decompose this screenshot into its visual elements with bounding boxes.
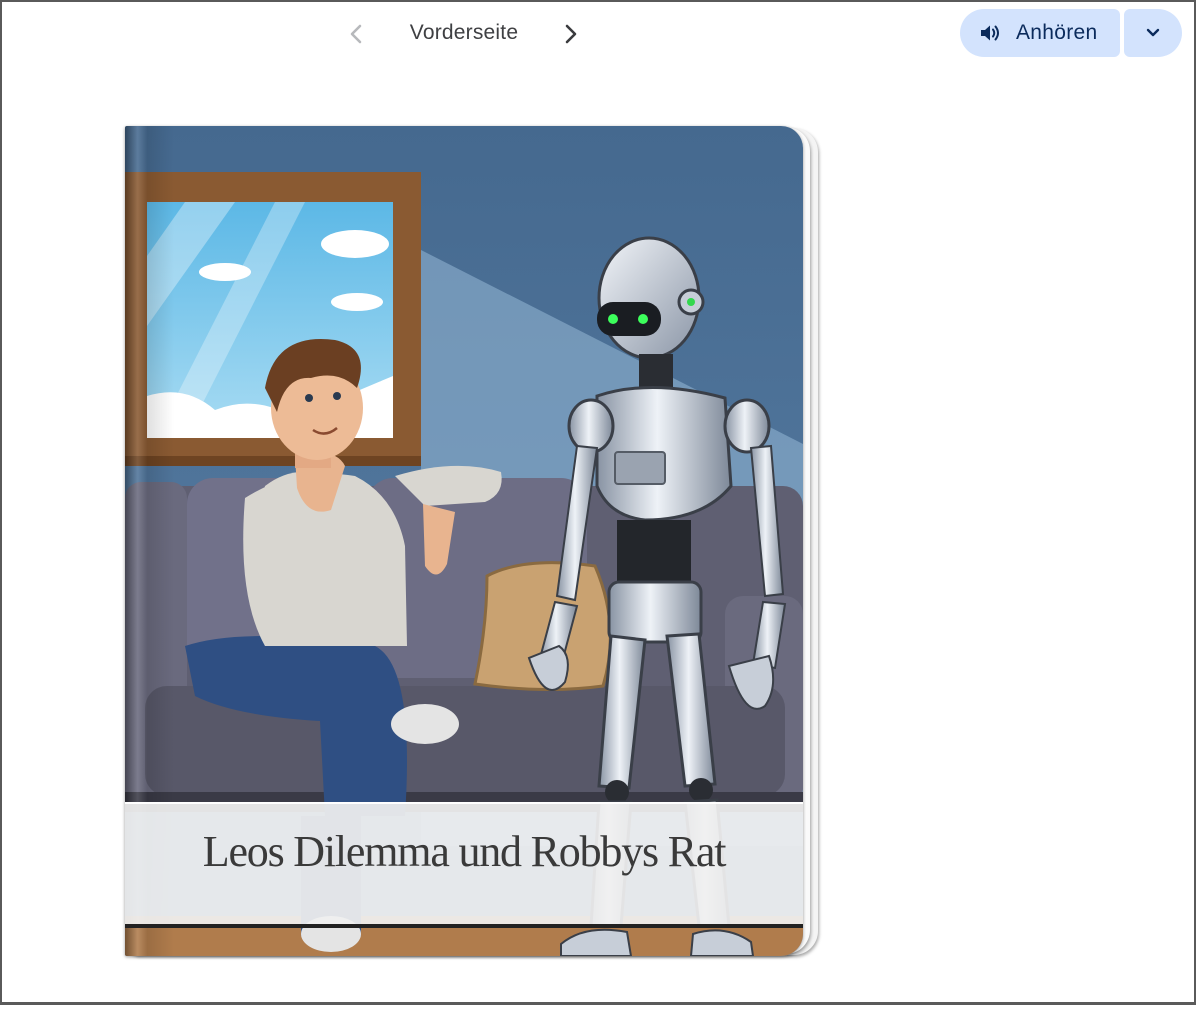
book-cover[interactable]: Leos Dilemma und Robbys Rat <box>125 126 803 956</box>
chevron-down-icon <box>1146 28 1160 37</box>
book-title: Leos Dilemma und Robbys Rat <box>202 827 727 876</box>
next-page-button[interactable] <box>557 20 585 48</box>
chevron-left-icon <box>350 24 362 44</box>
page-indicator: Vorderseite <box>409 21 519 44</box>
listen-button[interactable]: Anhören <box>960 9 1120 57</box>
listen-button-label: Anhören <box>1016 21 1098 44</box>
listen-options-dropdown[interactable] <box>1124 9 1182 57</box>
previous-page-button[interactable] <box>342 20 370 48</box>
speaker-icon <box>981 25 999 41</box>
chevron-right-icon <box>565 24 577 44</box>
